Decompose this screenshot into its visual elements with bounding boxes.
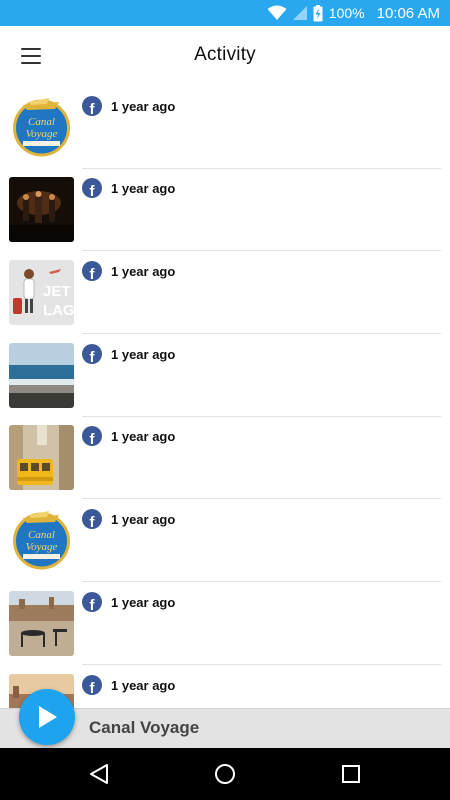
facebook-icon: f	[82, 674, 102, 695]
svg-text:JET: JET	[43, 283, 71, 300]
list-item[interactable]: JET LAG f 1 year ago	[0, 252, 450, 335]
canal-voyage-logo: Canal Voyage	[9, 508, 74, 573]
list-item[interactable]: Canal Voyage f 1 year ago	[0, 87, 450, 169]
svg-text:Voyage: Voyage	[26, 128, 58, 140]
signal-icon	[292, 6, 307, 20]
back-icon[interactable]	[79, 761, 119, 787]
svg-text:Voyage: Voyage	[26, 541, 58, 553]
facebook-icon: f	[82, 95, 102, 116]
wifi-icon	[267, 5, 287, 20]
timestamp: 1 year ago	[111, 429, 176, 445]
app-bar: Activity	[0, 26, 450, 86]
clock: 10:06 AM	[376, 4, 440, 22]
timestamp: 1 year ago	[111, 98, 176, 114]
yellow-tram-photo	[9, 425, 74, 491]
timestamp: 1 year ago	[111, 594, 176, 610]
battery-charging-icon	[313, 4, 323, 21]
recents-icon[interactable]	[331, 761, 371, 787]
list-item[interactable]: f 1 year ago	[0, 335, 450, 417]
facebook-icon: f	[82, 261, 102, 282]
page-title: Activity	[194, 44, 256, 65]
timestamp: 1 year ago	[111, 346, 176, 362]
facebook-icon: f	[82, 509, 102, 530]
play-icon	[39, 706, 57, 728]
player-title: Canal Voyage	[89, 718, 200, 737]
battery-percent: 100%	[328, 5, 365, 21]
svg-text:Canal: Canal	[28, 529, 55, 541]
jet-lag-illustration: JET LAG	[9, 260, 74, 326]
canal-voyage-logo: Canal Voyage	[9, 95, 74, 160]
facebook-icon: f	[82, 178, 102, 199]
svg-text:LAG: LAG	[43, 302, 74, 319]
status-bar: 100% 10:06 AM	[0, 0, 450, 26]
terrace-city-photo	[9, 590, 74, 656]
sea-beach-photo	[9, 342, 74, 408]
list-item[interactable]: f 1 year ago	[0, 169, 450, 252]
list-item[interactable]: f 1 year ago	[0, 583, 450, 665]
svg-text:Canal: Canal	[28, 116, 55, 128]
list-item[interactable]: f 1 year ago	[0, 417, 450, 500]
timestamp: 1 year ago	[111, 181, 176, 197]
play-button[interactable]	[19, 689, 75, 745]
facebook-icon: f	[82, 343, 102, 364]
system-nav-bar	[0, 748, 450, 800]
timestamp: 1 year ago	[111, 264, 176, 280]
timestamp: 1 year ago	[111, 677, 176, 693]
activity-feed[interactable]: Canal Voyage f 1 year ago f 1 year ago J…	[0, 86, 450, 708]
facebook-icon: f	[82, 426, 102, 447]
timestamp: 1 year ago	[111, 512, 176, 528]
concert-stage-photo	[9, 177, 74, 243]
home-icon[interactable]	[205, 761, 245, 787]
facebook-icon: f	[82, 591, 102, 612]
list-item[interactable]: Canal Voyage f 1 year ago	[0, 500, 450, 583]
